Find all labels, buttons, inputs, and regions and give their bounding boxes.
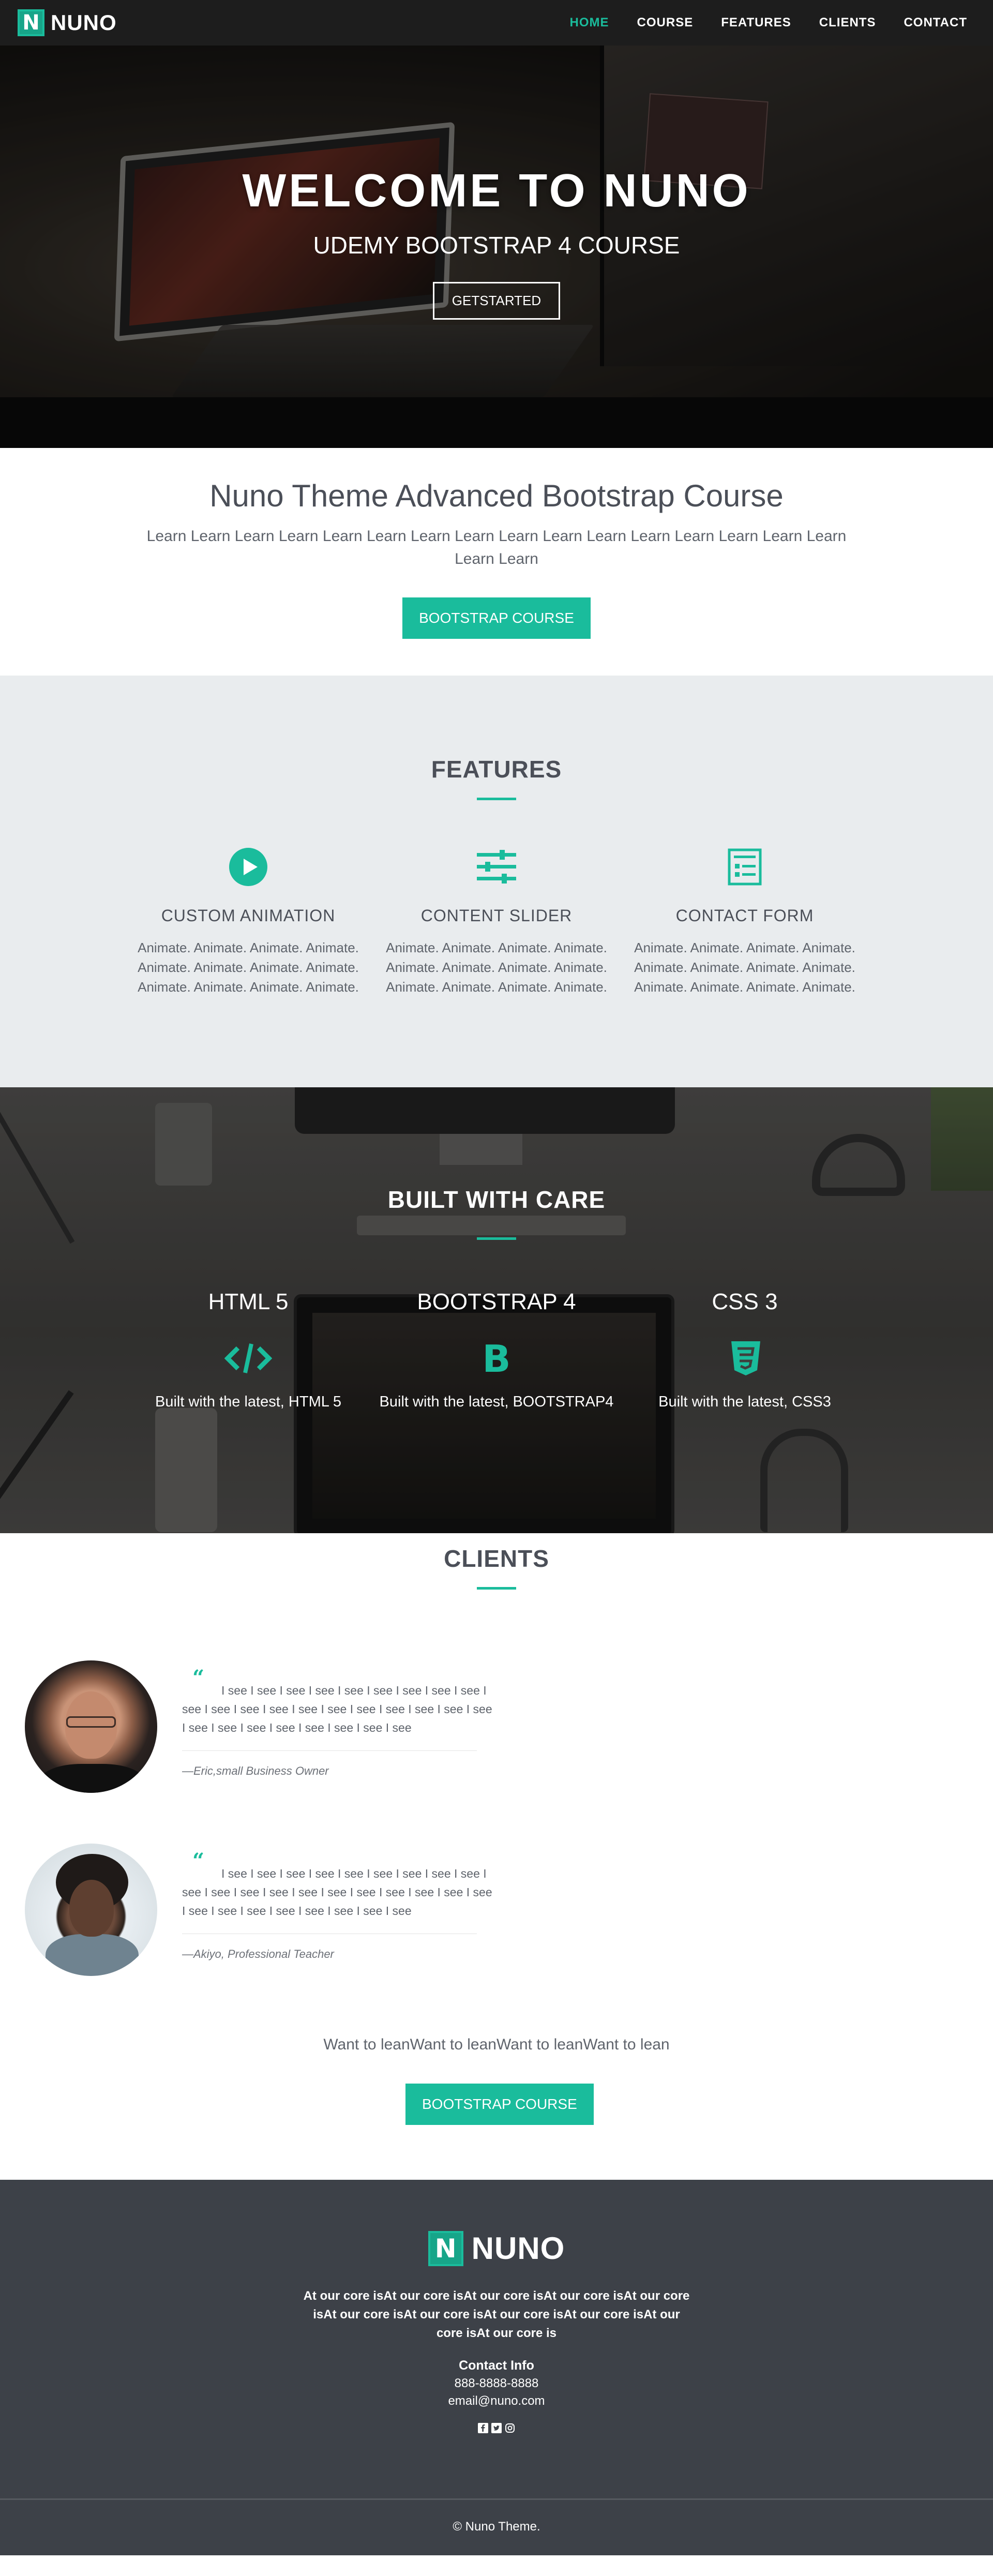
clients-section: CLIENTS “ I see I see I see I see I see … [0,1533,993,2180]
logo-icon: N [428,2230,463,2266]
testimonial-body: “ I see I see I see I see I see I see I … [182,1666,498,1778]
built-section: BUILT WITH CARE HTML 5 Built with the la… [0,1087,993,1533]
feature-item: CUSTOM ANIMATION Animate. Animate. Anima… [124,846,372,997]
play-circle-icon [124,846,372,888]
testimonial-text: I see I see I see I see I see I see I se… [182,1684,492,1734]
built-item-title: HTML 5 [208,1289,289,1314]
css3-icon [621,1332,869,1384]
feature-item: CONTACT FORM Animate. Animate. Animate. … [621,846,869,997]
logo-icon: N [18,9,44,36]
footer-about: At our core isAt our core isAt our core … [303,2289,690,2340]
twitter-icon[interactable] [491,2423,502,2433]
testimonial: “ I see I see I see I see I see I see I … [25,1844,492,1978]
features-title: FEATURES [431,756,562,783]
built-title: BUILT WITH CARE [387,1186,606,1213]
built-item-title: BOOTSTRAP 4 [417,1289,576,1314]
get-started-button[interactable]: GETSTARTED [432,282,561,320]
built-item-text: Built with the latest, HTML 5 [155,1394,341,1410]
hero-section: WELCOME TO NUNO UDEMY BOOTSTRAP 4 COURSE… [0,46,993,448]
copyright: © Nuno Theme. [0,2498,993,2555]
bootstrap-course-button[interactable]: BOOTSTRAP COURSE [402,597,591,639]
testimonial-body: “ I see I see I see I see I see I see I … [182,1849,498,1961]
avatar [25,1844,157,1976]
social-links [0,2423,993,2433]
hero-subtitle: UDEMY BOOTSTRAP 4 COURSE [313,232,680,259]
title-underline [477,798,516,800]
built-item: HTML 5 Built with the latest, HTML 5 [124,1289,372,1411]
hero-title: WELCOME TO NUNO [242,165,751,217]
feature-item: CONTENT SLIDER Animate. Animate. Animate… [372,846,621,997]
feature-text: Animate. Animate. Animate. Animate. Anim… [634,940,855,995]
brand-name: NUNO [471,2231,565,2266]
feature-text: Animate. Animate. Animate. Animate. Anim… [386,940,607,995]
built-item: BOOTSTRAP 4 B Built with the latest, BOO… [372,1289,621,1411]
features-row: CUSTOM ANIMATION Animate. Animate. Anima… [0,846,993,997]
nav-links: HOME COURSE FEATURES CLIENTS CONTACT [570,16,967,30]
navbar: N NUNO HOME COURSE FEATURES CLIENTS CONT… [0,0,993,46]
testimonial: “ I see I see I see I see I see I see I … [25,1660,492,1795]
quote-icon: “ [192,1666,205,1690]
contact-title: Contact Info [459,2358,534,2373]
built-item-title: CSS 3 [712,1289,778,1314]
quote-icon: “ [192,1849,205,1873]
nav-link-home[interactable]: HOME [570,16,609,30]
sliders-icon [372,846,621,888]
feature-text: Animate. Animate. Animate. Animate. Anim… [138,940,359,995]
features-section: FEATURES CUSTOM ANIMATION Animate. Anima… [0,676,993,1087]
built-row: HTML 5 Built with the latest, HTML 5 BOO… [0,1289,993,1411]
contact-email[interactable]: email@nuno.com [0,2394,993,2408]
built-item-text: Built with the latest, BOOTSTRAP4 [379,1394,614,1410]
feature-title: CONTACT FORM [675,906,814,925]
form-icon [621,846,869,888]
footer-brand[interactable]: N NUNO [428,2230,565,2266]
brand-logo[interactable]: N NUNO [18,9,117,36]
hero-content: WELCOME TO NUNO UDEMY BOOTSTRAP 4 COURSE… [0,164,993,320]
contact-phone: 888-8888-8888 [454,2376,539,2390]
intro-title: Nuno Theme Advanced Bootstrap Course [209,478,784,513]
intro-text: Learn Learn Learn Learn Learn Learn Lear… [146,528,847,567]
nav-link-course[interactable]: COURSE [637,16,694,30]
feature-title: CUSTOM ANIMATION [161,906,336,925]
bootstrap-icon: B [372,1332,621,1384]
title-underline [477,1237,516,1240]
title-underline [477,1587,516,1590]
nav-link-clients[interactable]: CLIENTS [819,16,876,30]
cta-text: Want to leanWant to leanWant to leanWant… [323,2036,670,2053]
intro-section: Nuno Theme Advanced Bootstrap Course Lea… [0,448,993,676]
footer: N NUNO At our core isAt our core isAt ou… [0,2180,993,2498]
clients-title: CLIENTS [444,1545,549,1572]
testimonial-author: —Eric,small Business Owner [182,1764,329,1777]
divider [182,1750,477,1751]
brand-name: NUNO [51,10,117,35]
nav-link-contact[interactable]: CONTACT [904,16,967,30]
nav-link-features[interactable]: FEATURES [721,16,791,30]
avatar [25,1660,157,1793]
facebook-icon[interactable] [478,2423,488,2433]
testimonial-text: I see I see I see I see I see I see I se… [182,1867,492,1918]
feature-title: CONTENT SLIDER [420,906,573,925]
built-item: CSS 3 Built with the latest, CSS3 [621,1289,869,1411]
instagram-icon[interactable] [505,2423,515,2433]
built-item-text: Built with the latest, CSS3 [658,1394,831,1410]
bootstrap-course-button[interactable]: BOOTSTRAP COURSE [405,2084,594,2125]
testimonial-author: —Akiyo, Professional Teacher [182,1948,334,1960]
svg-text:B: B [483,1340,511,1377]
code-icon [124,1332,372,1384]
